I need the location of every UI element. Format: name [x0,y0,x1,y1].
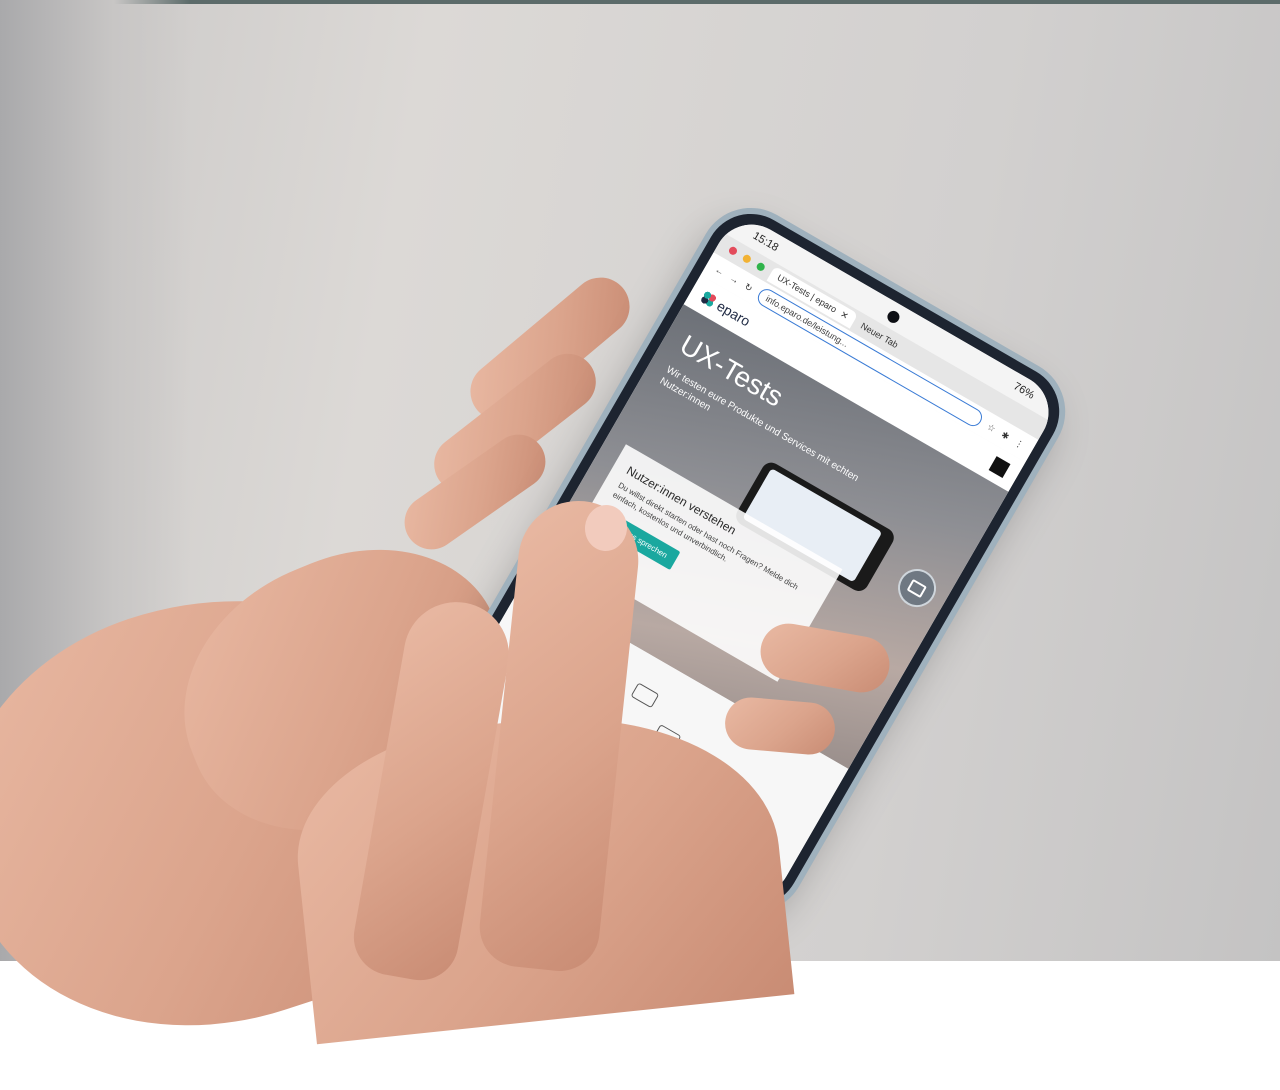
back-icon[interactable]: ← [713,264,726,277]
extensions-icon[interactable]: ✱ [999,429,1012,442]
forward-icon[interactable]: → [728,273,741,286]
menu-icon[interactable] [988,456,1011,479]
status-battery: 76% [1011,380,1037,402]
close-icon[interactable]: ✕ [838,308,851,321]
menu-dots-icon[interactable]: ⋮ [1013,437,1026,451]
reload-icon[interactable]: ↻ [742,281,755,294]
video-camera-icon[interactable] [891,562,943,614]
diagram-node [630,682,660,709]
tab-dot-icon [727,245,739,257]
tab-dot-icon [741,253,753,265]
top-edge-strip [0,0,1280,4]
tab-dot-icon [755,261,767,273]
logo-mark-icon [699,289,719,309]
star-icon[interactable]: ☆ [985,421,998,435]
photo-scene: 15:18 76% UX-Tests | eparo ✕ Neuer Tab ←… [0,0,1280,1090]
